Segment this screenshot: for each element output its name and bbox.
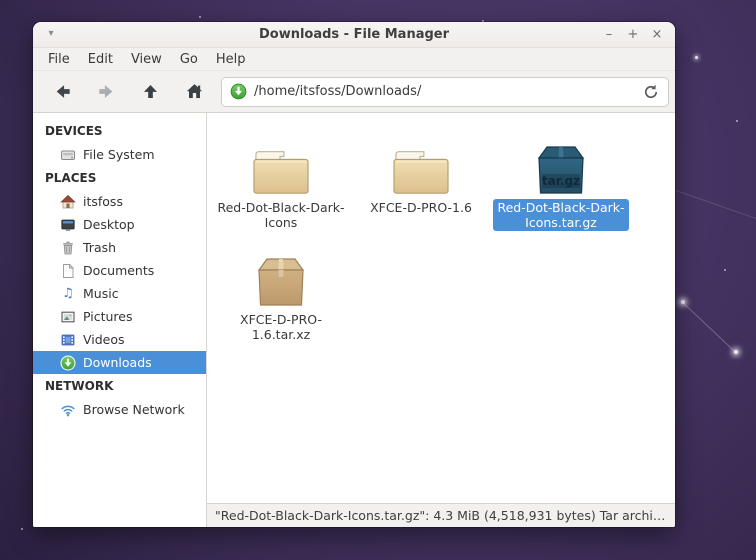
file-label: XFCE-D-PRO-1.6.tar.xz <box>212 311 350 343</box>
targz-badge-text: tar.gz <box>542 174 580 188</box>
menu-edit[interactable]: Edit <box>79 51 122 68</box>
file-manager-window: ▾ Downloads - File Manager – + × File Ed… <box>33 22 675 527</box>
home-button[interactable] <box>177 77 211 107</box>
folder-icon <box>250 127 312 197</box>
sidebar-item-videos[interactable]: Videos <box>33 328 206 351</box>
sidebar-item-pictures[interactable]: Pictures <box>33 305 206 328</box>
sidebar-item-label: Trash <box>83 240 116 255</box>
star <box>736 120 738 122</box>
sidebar-header-devices: DEVICES <box>33 119 206 143</box>
back-button[interactable] <box>45 77 79 107</box>
sidebar-item-label: itsfoss <box>83 194 123 209</box>
up-button[interactable] <box>133 77 167 107</box>
star <box>724 269 726 271</box>
picture-icon <box>60 309 76 325</box>
sidebar-item-trash[interactable]: Trash <box>33 236 206 259</box>
menu-view[interactable]: View <box>122 51 171 68</box>
file-item-red-dot-targz[interactable]: tar.gz Red-Dot-Black-Dark-Icons.tar.gz <box>491 127 631 239</box>
star <box>199 16 201 18</box>
music-note-icon: ♫ <box>60 286 76 302</box>
sidebar-header-network: NETWORK <box>33 374 206 398</box>
status-text: "Red-Dot-Black-Dark-Icons.tar.gz": 4.3 M… <box>215 508 667 523</box>
window-title: Downloads - File Manager <box>33 27 675 42</box>
status-bar: "Red-Dot-Black-Dark-Icons.tar.gz": 4.3 M… <box>207 503 675 527</box>
menu-file[interactable]: File <box>39 51 79 68</box>
file-item-xfce-tarxz[interactable]: XFCE-D-PRO-1.6.tar.xz <box>211 239 351 351</box>
window-menu-button[interactable]: ▾ <box>43 26 59 42</box>
file-label: Red-Dot-Black-Dark-Icons <box>213 199 348 231</box>
toolbar: /home/itsfoss/Downloads/ <box>33 70 675 113</box>
archive-targz-icon: tar.gz <box>529 127 593 197</box>
sidebar-item-browse-network[interactable]: Browse Network <box>33 398 206 421</box>
sidebar-item-label: Downloads <box>83 355 152 370</box>
menubar: File Edit View Go Help <box>33 48 675 70</box>
menu-go[interactable]: Go <box>171 51 207 68</box>
star <box>695 56 698 59</box>
sidebar-item-label: Music <box>83 286 119 301</box>
sidebar-item-filesystem[interactable]: File System <box>33 143 206 166</box>
sidebar-item-label: File System <box>83 147 155 162</box>
folder-icon <box>390 127 452 197</box>
desktop-icon <box>60 217 76 233</box>
downloads-icon <box>60 355 76 371</box>
sidebar-item-label: Documents <box>83 263 154 278</box>
video-icon <box>60 332 76 348</box>
downloads-folder-icon <box>230 83 247 100</box>
window-controls: – + × <box>599 22 667 48</box>
menu-help[interactable]: Help <box>207 51 255 68</box>
constellation-line <box>683 303 737 354</box>
drive-icon <box>60 147 76 163</box>
window-content: DEVICES File System PLACES <box>33 113 675 527</box>
sidebar-item-label: Videos <box>83 332 125 347</box>
home-folder-icon <box>60 194 76 210</box>
document-icon <box>60 263 76 279</box>
sidebar-item-label: Browse Network <box>83 402 185 417</box>
forward-button[interactable] <box>89 77 123 107</box>
address-bar[interactable]: /home/itsfoss/Downloads/ <box>221 77 669 107</box>
constellation-line <box>676 190 756 219</box>
sidebar-item-music[interactable]: ♫ Music <box>33 282 206 305</box>
reload-icon[interactable] <box>642 83 660 101</box>
sidebar-item-label: Desktop <box>83 217 135 232</box>
minimize-button[interactable]: – <box>599 25 619 45</box>
desktop: { "window": { "title": "Downloads - File… <box>0 0 756 560</box>
sidebar-item-downloads[interactable]: Downloads <box>33 351 206 374</box>
up-arrow-icon <box>141 82 160 101</box>
sidebar-item-documents[interactable]: Documents <box>33 259 206 282</box>
file-item-xfce-folder[interactable]: XFCE-D-PRO-1.6 <box>351 127 491 239</box>
sidebar-item-label: Pictures <box>83 309 133 324</box>
file-pane[interactable]: Red-Dot-Black-Dark-Icons <box>207 113 675 503</box>
forward-icon <box>97 82 116 101</box>
sidebar-header-places: PLACES <box>33 166 206 190</box>
path-text[interactable]: /home/itsfoss/Downloads/ <box>254 84 635 99</box>
close-button[interactable]: × <box>647 25 667 45</box>
star <box>21 528 23 530</box>
file-item-red-dot-folder[interactable]: Red-Dot-Black-Dark-Icons <box>211 127 351 239</box>
sidebar-item-desktop[interactable]: Desktop <box>33 213 206 236</box>
file-label: XFCE-D-PRO-1.6 <box>366 199 476 216</box>
network-wifi-icon <box>60 402 76 418</box>
sidebar: DEVICES File System PLACES <box>33 113 207 527</box>
titlebar[interactable]: ▾ Downloads - File Manager – + × <box>33 22 675 48</box>
file-label-selected: Red-Dot-Black-Dark-Icons.tar.gz <box>493 199 628 231</box>
main-column: Red-Dot-Black-Dark-Icons <box>207 113 675 527</box>
sidebar-item-home[interactable]: itsfoss <box>33 190 206 213</box>
trash-icon <box>60 240 76 256</box>
maximize-button[interactable]: + <box>623 25 643 45</box>
home-icon <box>185 82 204 101</box>
archive-tarxz-icon <box>249 239 313 309</box>
back-icon <box>53 82 72 101</box>
